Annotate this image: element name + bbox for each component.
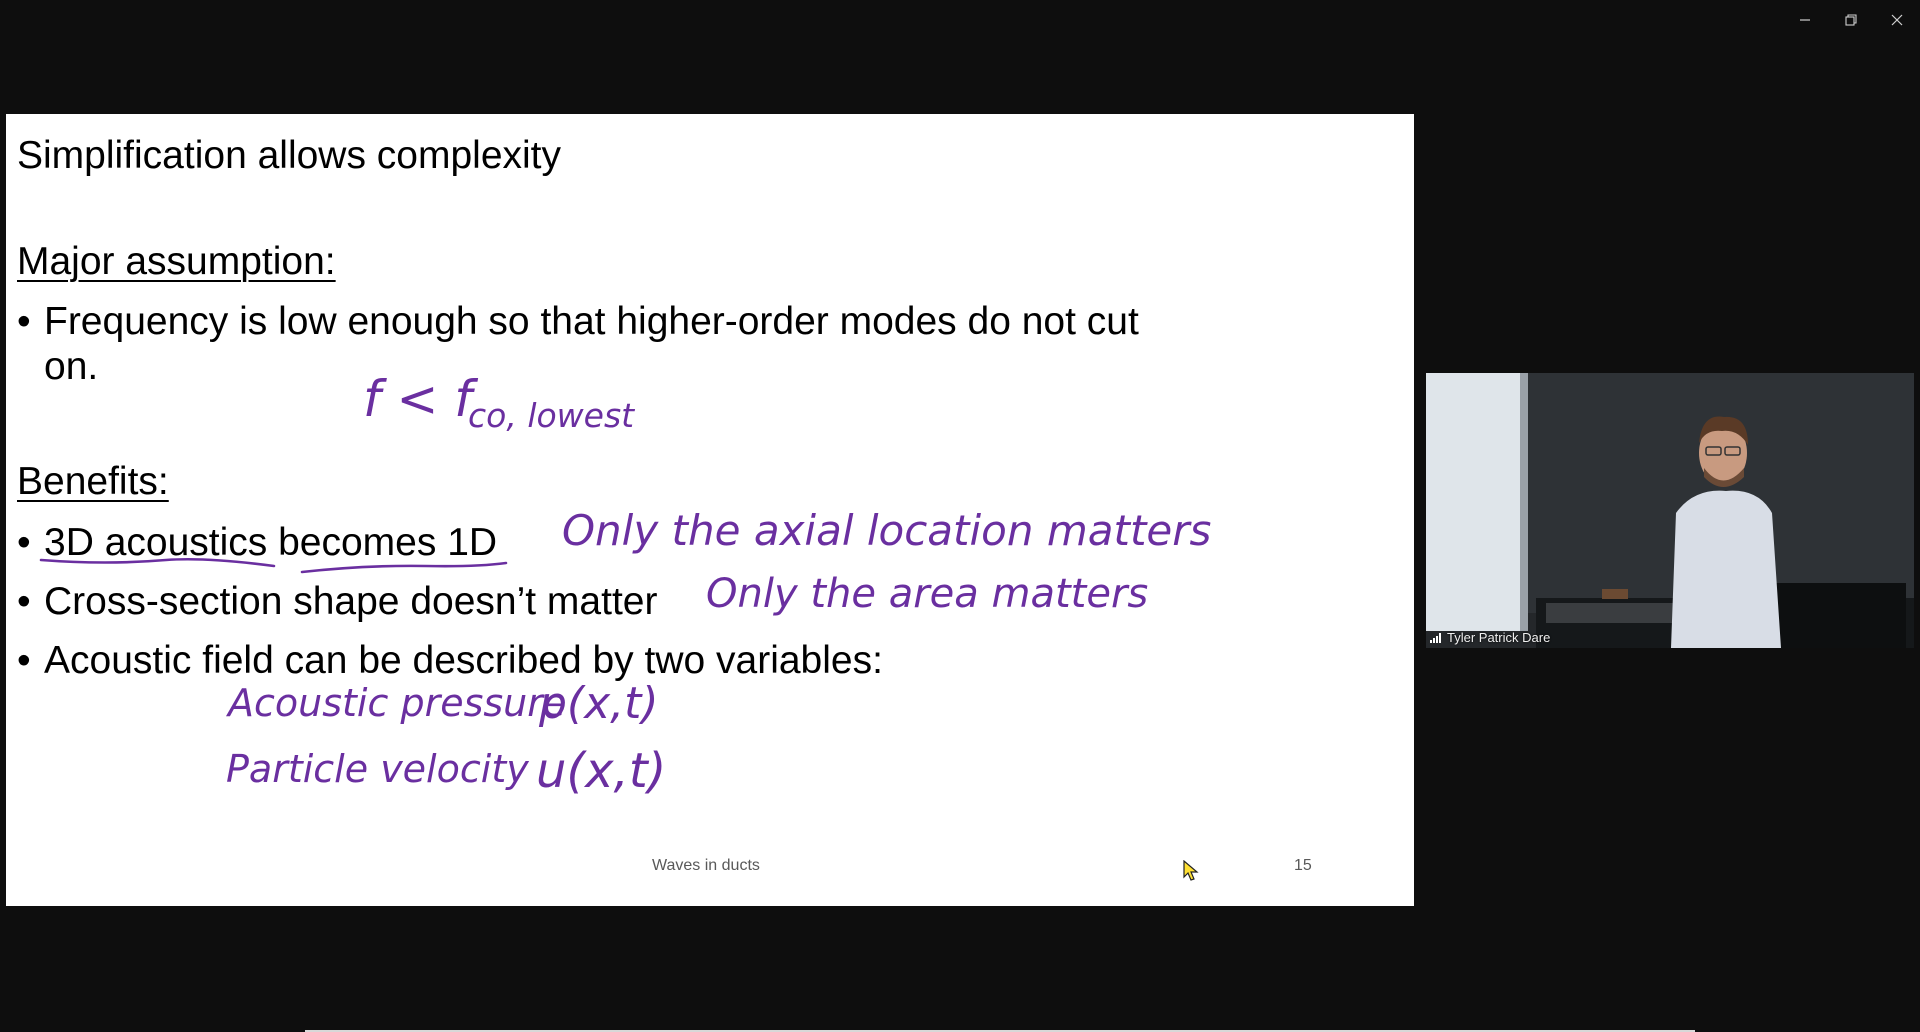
bullet-frequency: • Frequency is low enough so that higher-… bbox=[17, 299, 1139, 389]
bullet-frequency-line1: Frequency is low enough so that higher-o… bbox=[44, 300, 1139, 343]
bullet-frequency-line2: on. bbox=[44, 345, 99, 388]
bullet-3d-part2: becomes 1D bbox=[278, 521, 498, 564]
page-number: 15 bbox=[1294, 857, 1312, 874]
bullet-dot: • bbox=[17, 639, 31, 682]
bullet-acoustic-field-text: Acoustic field can be described by two v… bbox=[44, 639, 883, 682]
pen-annotations: f < f co, lowest Only the axial location… bbox=[39, 370, 1211, 799]
close-button[interactable] bbox=[1874, 0, 1920, 40]
participant-name: Tyler Patrick Dare bbox=[1447, 630, 1551, 645]
signal-bars-icon bbox=[1430, 632, 1441, 643]
handwritten-velocity-label: Particle velocity bbox=[226, 747, 529, 791]
bullet-3d-part1: 3D acoustics bbox=[44, 521, 268, 564]
bullet-acoustic-field: • Acoustic field can be described by two … bbox=[17, 638, 883, 683]
projector-screen bbox=[1426, 373, 1520, 631]
major-assumption-heading: Major assumption: bbox=[17, 240, 336, 283]
speaker-video-frame bbox=[1426, 373, 1914, 648]
participant-name-label: Tyler Patrick Dare bbox=[1430, 630, 1550, 645]
footer-title: Waves in ducts bbox=[652, 857, 760, 874]
handwritten-area-note: Only the area matters bbox=[706, 571, 1148, 617]
minimize-button[interactable] bbox=[1782, 0, 1828, 40]
close-icon bbox=[1891, 14, 1903, 26]
handwritten-velocity-symbol: u(x,t) bbox=[536, 743, 666, 799]
mouse-cursor-icon bbox=[1183, 860, 1199, 881]
restore-icon bbox=[1845, 14, 1857, 26]
window-controls bbox=[1782, 0, 1920, 40]
minimize-icon bbox=[1800, 19, 1810, 21]
restore-button[interactable] bbox=[1828, 0, 1874, 40]
bullet-dot: • bbox=[17, 521, 31, 564]
bullet-cross-section: • Cross-section shape doesn’t matter bbox=[17, 579, 657, 624]
bullet-dot: • bbox=[17, 300, 31, 343]
bullet-dot: • bbox=[17, 580, 31, 623]
handwritten-pressure-symbol: p(x,t) bbox=[538, 678, 659, 729]
handwritten-freq-subscript: co, lowest bbox=[468, 396, 635, 435]
bullet-3d-acoustics: • 3D acoustics becomes 1D bbox=[17, 520, 497, 565]
handwritten-axial-note: Only the axial location matters bbox=[562, 506, 1211, 555]
handwritten-pressure-label: Acoustic pressure bbox=[225, 681, 566, 725]
shared-slide: Simplification allows complexity Major a… bbox=[6, 114, 1414, 906]
speaker-video-tile[interactable]: Tyler Patrick Dare bbox=[1426, 373, 1914, 648]
speaker-shirt bbox=[1671, 490, 1781, 648]
slide-title: Simplification allows complexity bbox=[17, 134, 562, 177]
benefits-heading: Benefits: bbox=[17, 460, 169, 503]
bullet-cross-section-text: Cross-section shape doesn’t matter bbox=[44, 580, 658, 623]
